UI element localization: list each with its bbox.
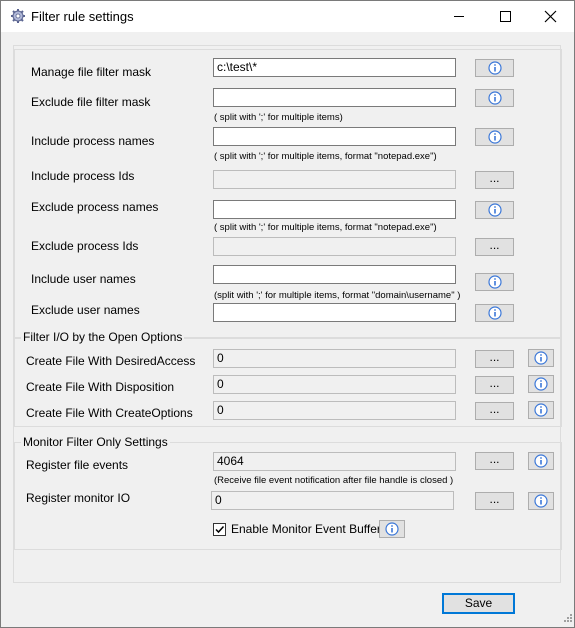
exclude-process-ids-browse-button[interactable]: ... (475, 238, 514, 256)
close-button[interactable] (528, 1, 574, 32)
include-user-names-info-button[interactable] (475, 273, 514, 291)
include-process-ids-browse-button[interactable]: ... (475, 171, 514, 189)
manage-mask-info-button[interactable] (475, 59, 514, 77)
disposition-browse-button[interactable]: ... (475, 376, 514, 394)
save-button[interactable]: Save (442, 593, 515, 614)
register-file-events-browse-button[interactable]: ... (475, 452, 514, 470)
manage-mask-input[interactable]: c:\test\* (213, 58, 456, 77)
disposition-info-button[interactable] (528, 375, 554, 393)
exclude-user-names-label: Exclude user names (31, 303, 140, 317)
window-title: Filter rule settings (31, 9, 134, 24)
info-icon (487, 306, 502, 320)
desired-access-info-button[interactable] (528, 349, 554, 367)
open-options-title: Filter I/O by the Open Options (21, 330, 185, 344)
include-user-names-label: Include user names (31, 272, 136, 286)
include-process-names-hint: ( split with ';' for multiple items, for… (214, 151, 437, 162)
exclude-mask-label: Exclude file filter mask (31, 95, 151, 109)
monitor-settings-title: Monitor Filter Only Settings (21, 435, 170, 449)
info-icon (534, 377, 548, 391)
register-file-events-hint: (Receive file event notification after f… (214, 475, 454, 486)
register-file-events-label: Register file events (26, 458, 129, 472)
register-file-events-info-button[interactable] (528, 452, 554, 470)
minimize-button[interactable] (436, 1, 482, 32)
create-options-input: 0 (213, 401, 456, 420)
disposition-input: 0 (213, 375, 456, 394)
exclude-user-names-input[interactable] (213, 303, 456, 322)
desired-access-input: 0 (213, 349, 456, 368)
monitor-event-buffer-checkbox[interactable] (213, 523, 226, 536)
register-monitor-io-info-button[interactable] (528, 492, 554, 510)
exclude-process-ids-input (213, 237, 456, 256)
exclude-user-names-info-button[interactable] (475, 304, 514, 322)
minimize-icon (454, 16, 464, 17)
create-options-browse-button[interactable]: ... (475, 402, 514, 420)
exclude-mask-input[interactable] (213, 88, 456, 107)
include-process-names-info-button[interactable] (475, 128, 514, 146)
desired-access-label: Create File With DesiredAccess (26, 354, 196, 368)
exclude-process-names-info-button[interactable] (475, 201, 514, 219)
disposition-label: Create File With Disposition (26, 380, 175, 394)
register-monitor-io-browse-button[interactable]: ... (475, 492, 514, 510)
info-icon (534, 403, 548, 417)
info-icon (385, 522, 399, 536)
exclude-process-names-label: Exclude process names (31, 200, 159, 214)
info-icon (534, 454, 548, 468)
exclude-process-names-hint: ( split with ';' for multiple items, for… (214, 222, 437, 233)
close-icon (544, 10, 557, 23)
info-icon (534, 351, 548, 365)
monitor-event-buffer-label: Enable Monitor Event Buffer (231, 522, 381, 536)
create-options-label: Create File With CreateOptions (26, 406, 193, 420)
include-user-names-input[interactable] (213, 265, 456, 284)
register-monitor-io-label: Register monitor IO (26, 491, 131, 505)
manage-mask-label: Manage file filter mask (31, 65, 152, 79)
title-bar: Filter rule settings (1, 1, 574, 32)
checkmark-icon (215, 525, 225, 534)
info-icon (487, 130, 502, 144)
include-process-names-label: Include process names (31, 134, 155, 148)
include-process-ids-input (213, 170, 456, 189)
maximize-button[interactable] (482, 1, 528, 32)
register-file-events-input: 4064 (213, 452, 456, 471)
info-icon (487, 91, 502, 105)
info-icon (487, 275, 502, 289)
exclude-mask-hint: ( split with ';' for multiple items) (214, 112, 343, 123)
exclude-mask-info-button[interactable] (475, 89, 514, 107)
dialog-window: Filter rule settings Manage file filter … (0, 0, 575, 628)
maximize-icon (500, 11, 511, 22)
include-process-ids-label: Include process Ids (31, 169, 135, 183)
exclude-process-ids-label: Exclude process Ids (31, 239, 139, 253)
desired-access-browse-button[interactable]: ... (475, 350, 514, 368)
resize-grip-icon[interactable] (561, 613, 573, 625)
monitor-event-buffer-info-button[interactable] (379, 520, 405, 538)
create-options-info-button[interactable] (528, 401, 554, 419)
register-monitor-io-input: 0 (211, 491, 454, 510)
gear-icon (11, 9, 25, 23)
exclude-process-names-input[interactable] (213, 200, 456, 219)
include-process-names-input[interactable] (213, 127, 456, 146)
info-icon (534, 494, 548, 508)
info-icon (487, 203, 502, 217)
info-icon (487, 61, 502, 75)
include-user-names-hint: (split with ';' for multiple items, form… (214, 290, 461, 301)
